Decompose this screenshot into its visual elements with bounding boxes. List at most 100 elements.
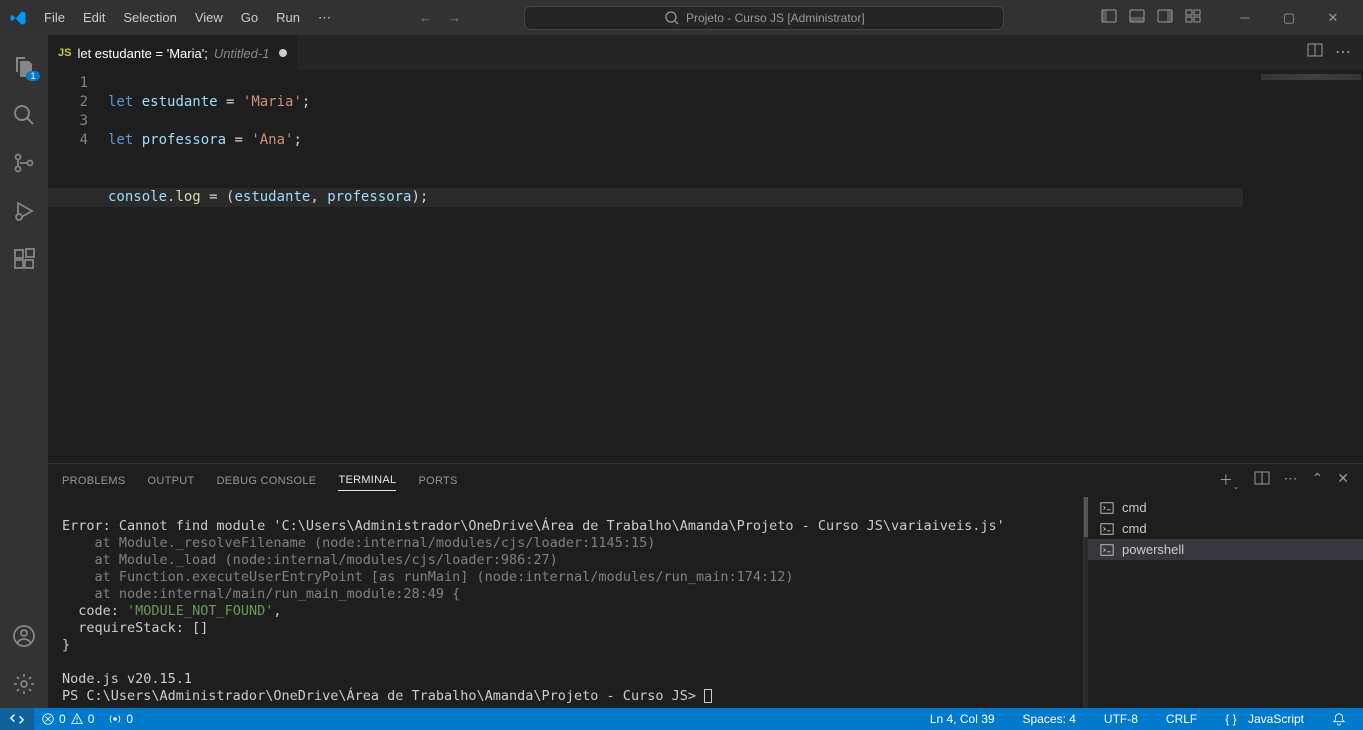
customize-layout-icon[interactable] — [1183, 6, 1203, 29]
bottom-panel: PROBLEMS OUTPUT DEBUG CONSOLE TERMINAL P… — [48, 463, 1363, 708]
status-notifications-icon[interactable] — [1325, 708, 1353, 730]
explorer-badge: 1 — [26, 71, 40, 81]
menu-overflow-icon[interactable]: ⋯ — [310, 6, 339, 30]
maximize-icon[interactable]: ▢ — [1267, 0, 1311, 35]
command-center-label: Projeto - Curso JS [Administrator] — [686, 11, 865, 25]
close-icon[interactable]: ✕ — [1311, 0, 1355, 35]
toggle-secondary-sidebar-icon[interactable] — [1155, 6, 1175, 29]
status-ports[interactable]: 0 — [101, 708, 140, 730]
terminal-line: } — [62, 637, 70, 653]
panel-tab-ports[interactable]: PORTS — [418, 471, 457, 491]
scrollbar-thumb[interactable] — [1084, 497, 1088, 537]
braces-icon: { } — [1225, 712, 1236, 726]
status-encoding[interactable]: UTF-8 — [1097, 708, 1145, 730]
tab-subtitle: Untitled-1 — [214, 46, 270, 61]
panel-tab-debug[interactable]: DEBUG CONSOLE — [217, 471, 317, 491]
editor-tab[interactable]: JS let estudante = 'Maria'; Untitled-1 — [48, 35, 298, 70]
maximize-panel-icon[interactable]: ⌃ — [1312, 470, 1324, 491]
activity-extensions-icon[interactable] — [0, 235, 48, 283]
activity-search-icon[interactable] — [0, 91, 48, 139]
terminal-line: Node.js v20.15.1 — [62, 671, 192, 687]
terminal-line: at node:internal/main/run_main_module:28… — [62, 586, 460, 602]
status-cursor-position[interactable]: Ln 4, Col 39 — [923, 708, 1002, 730]
new-terminal-icon[interactable]: ＋⌄ — [1219, 470, 1240, 491]
titlebar: File Edit Selection View Go Run ⋯ ← → Pr… — [0, 0, 1363, 35]
radio-icon — [108, 712, 122, 726]
menu-go[interactable]: Go — [233, 6, 266, 30]
line-number-gutter: 1 2 3 4 — [48, 70, 108, 463]
panel-tab-output[interactable]: OUTPUT — [148, 471, 195, 491]
activity-explorer-icon[interactable]: 1 — [0, 43, 48, 91]
close-panel-icon[interactable]: ✕ — [1337, 470, 1349, 491]
menu-edit[interactable]: Edit — [75, 6, 113, 30]
nav-forward-icon[interactable]: → — [448, 10, 461, 25]
nav-arrows: ← → — [419, 10, 461, 25]
main-area: 1 JS let estudante = 'Maria'; Untitled-1 — [0, 35, 1363, 708]
terminal-icon — [1100, 522, 1114, 536]
menu-file[interactable]: File — [36, 6, 73, 30]
terminal-item-cmd[interactable]: cmd — [1084, 497, 1363, 518]
line-number: 1 — [48, 74, 88, 93]
panel-more-icon[interactable]: ⋯ — [1284, 470, 1298, 491]
warning-count: 0 — [88, 712, 95, 726]
terminal-line: at Function.executeUserEntryPoint [as ru… — [62, 569, 794, 585]
activity-account-icon[interactable] — [0, 612, 48, 660]
activity-debug-icon[interactable] — [0, 187, 48, 235]
command-center[interactable]: Projeto - Curso JS [Administrator] — [524, 6, 1004, 30]
dirty-indicator-icon — [279, 49, 287, 57]
split-terminal-icon[interactable] — [1254, 470, 1270, 491]
status-problems[interactable]: 0 0 — [34, 708, 101, 730]
minimize-icon[interactable]: ─ — [1223, 0, 1267, 35]
terminal-line: Error: Cannot find module 'C:\Users\Admi… — [62, 518, 1005, 534]
js-file-icon: JS — [58, 47, 71, 59]
code-editor[interactable]: 1 2 3 4 let estudante = 'Maria'; let pro… — [48, 70, 1363, 463]
search-icon — [664, 10, 680, 26]
line-number: 4 — [48, 131, 88, 150]
window-controls: ─ ▢ ✕ — [1223, 0, 1355, 35]
status-bar: 0 0 0 Ln 4, Col 39 Spaces: 4 UTF-8 CRLF … — [0, 708, 1363, 730]
remote-indicator-icon[interactable] — [0, 708, 34, 730]
minimap[interactable] — [1243, 70, 1363, 463]
line-number: 2 — [48, 93, 88, 112]
panel-tabs: PROBLEMS OUTPUT DEBUG CONSOLE TERMINAL P… — [48, 464, 1363, 497]
toggle-primary-sidebar-icon[interactable] — [1099, 6, 1119, 29]
error-icon — [41, 712, 55, 726]
code-content[interactable]: let estudante = 'Maria'; let professora … — [108, 70, 1243, 463]
terminal-line: at Module._resolveFilename (node:interna… — [62, 535, 655, 551]
split-editor-icon[interactable] — [1307, 42, 1323, 63]
menu-selection[interactable]: Selection — [115, 6, 184, 30]
terminal-list: cmd cmd powershell — [1083, 497, 1363, 708]
toggle-panel-icon[interactable] — [1127, 6, 1147, 29]
terminal-item-powershell[interactable]: powershell — [1084, 539, 1363, 560]
editor-tab-bar: JS let estudante = 'Maria'; Untitled-1 ⋯ — [48, 35, 1363, 70]
activity-scm-icon[interactable] — [0, 139, 48, 187]
terminal-line: at Module._load (node:internal/modules/c… — [62, 552, 558, 568]
panel-tab-terminal[interactable]: TERMINAL — [338, 470, 396, 491]
panel-tab-problems[interactable]: PROBLEMS — [62, 471, 126, 491]
terminal-item-label: cmd — [1122, 500, 1147, 515]
menu-view[interactable]: View — [187, 6, 231, 30]
terminal-icon — [1100, 543, 1114, 557]
warning-icon — [70, 712, 84, 726]
minimap-content — [1261, 74, 1361, 80]
nav-back-icon[interactable]: ← — [419, 10, 432, 25]
ports-count: 0 — [126, 712, 133, 726]
status-language[interactable]: { } JavaScript — [1218, 708, 1311, 730]
more-actions-icon[interactable]: ⋯ — [1335, 42, 1351, 63]
terminal-line: code: 'MODULE_NOT_FOUND', — [62, 603, 282, 619]
activity-bar: 1 — [0, 35, 48, 708]
terminal-prompt: PS C:\Users\Administrador\OneDrive\Área … — [62, 688, 712, 704]
error-count: 0 — [59, 712, 66, 726]
status-eol[interactable]: CRLF — [1159, 708, 1204, 730]
terminal-output[interactable]: Error: Cannot find module 'C:\Users\Admi… — [48, 497, 1083, 708]
terminal-cursor-icon — [704, 689, 712, 703]
editor-area: JS let estudante = 'Maria'; Untitled-1 ⋯… — [48, 35, 1363, 708]
terminal-line: requireStack: [] — [62, 620, 208, 636]
status-indentation[interactable]: Spaces: 4 — [1016, 708, 1083, 730]
terminal-item-cmd[interactable]: cmd — [1084, 518, 1363, 539]
menu-bar: File Edit Selection View Go Run ⋯ — [36, 6, 339, 30]
terminal-item-label: cmd — [1122, 521, 1147, 536]
menu-run[interactable]: Run — [268, 6, 308, 30]
activity-settings-icon[interactable] — [0, 660, 48, 708]
line-number: 3 — [48, 112, 88, 131]
